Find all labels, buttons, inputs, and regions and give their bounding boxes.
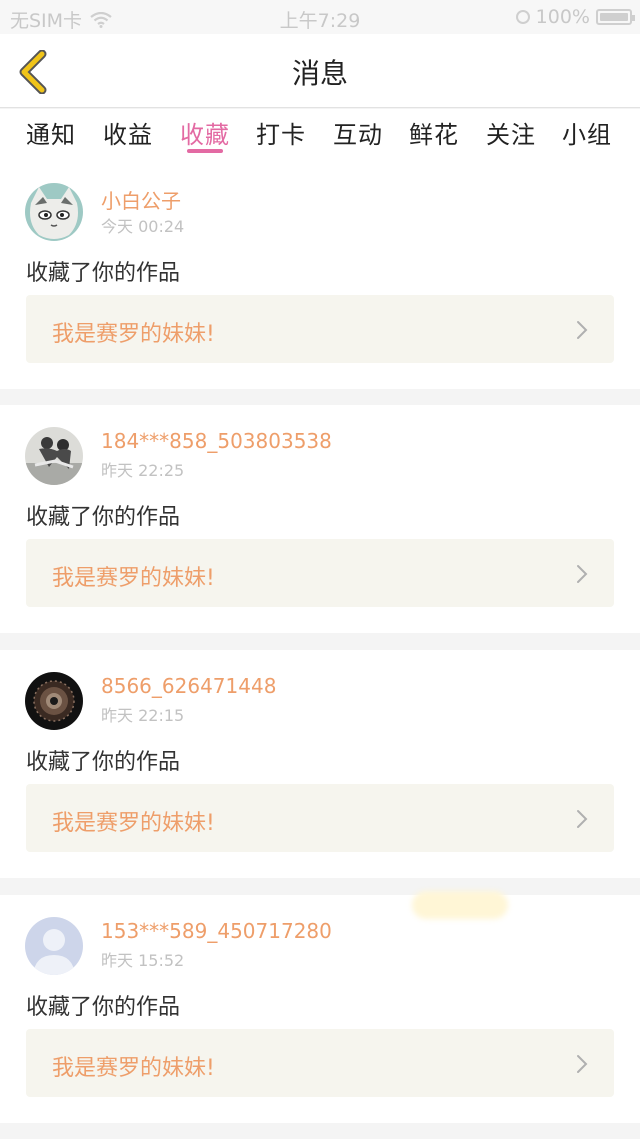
username[interactable]: 153***589_450717280 [101,919,332,943]
rotation-lock-icon [515,10,530,24]
message-card: 8566_626471448 昨天 22:15 收藏了你的作品 我是赛罗的妹妹! [0,650,640,878]
status-bar: 无SIM卡 上午7:29 100% [0,0,640,34]
battery-icon [596,9,635,25]
action-text: 收藏了你的作品 [26,750,181,775]
username[interactable]: 小白公子 [101,185,181,214]
work-link[interactable]: 我是赛罗的妹妹! [26,295,614,363]
battery-percent: 100% [535,6,590,28]
work-title: 我是赛罗的妹妹! [52,322,215,347]
tab-earnings[interactable]: 收益 [103,115,153,150]
tab-checkin[interactable]: 打卡 [256,115,306,150]
work-title: 我是赛罗的妹妹! [52,1056,215,1081]
nav-bar: 消息 [0,34,640,108]
avatar[interactable] [25,183,83,241]
username[interactable]: 8566_626471448 [101,674,276,698]
work-link[interactable]: 我是赛罗的妹妹! [26,784,614,852]
avatar[interactable] [25,917,83,975]
message-card: 小白公子 今天 00:24 收藏了你的作品 我是赛罗的妹妹! [0,161,640,389]
username[interactable]: 184***858_503803538 [101,429,332,453]
work-link[interactable]: 我是赛罗的妹妹! [26,1029,614,1097]
avatar[interactable] [25,427,83,485]
action-text: 收藏了你的作品 [26,995,181,1020]
message-card: 153***589_450717280 昨天 15:52 收藏了你的作品 我是赛… [0,895,640,1123]
tab-follow[interactable]: 关注 [486,115,536,150]
timestamp: 昨天 22:15 [101,706,185,725]
active-tab-indicator [187,149,223,153]
timestamp: 昨天 22:25 [101,461,185,480]
work-title: 我是赛罗的妹妹! [52,566,215,591]
tab-bar: 通知 收益 收藏 打卡 互动 鲜花 关注 小组 [0,109,640,161]
decorative-blur [412,891,508,919]
work-link[interactable]: 我是赛罗的妹妹! [26,539,614,607]
tab-flowers[interactable]: 鲜花 [409,115,459,150]
chevron-right-icon [577,810,588,828]
timestamp: 今天 00:24 [101,217,185,236]
action-text: 收藏了你的作品 [26,261,181,286]
tab-interaction[interactable]: 互动 [333,115,383,150]
tab-favorites[interactable]: 收藏 [180,115,230,150]
work-title: 我是赛罗的妹妹! [52,811,215,836]
avatar[interactable] [25,672,83,730]
chevron-right-icon [577,321,588,339]
page-title: 消息 [291,57,348,90]
tab-notifications[interactable]: 通知 [26,115,76,150]
chevron-right-icon [577,1055,588,1073]
action-text: 收藏了你的作品 [26,505,181,530]
timestamp: 昨天 15:52 [101,951,185,970]
chevron-right-icon [577,565,588,583]
tab-groups[interactable]: 小组 [562,115,612,150]
default-avatar-icon [25,917,83,975]
message-card: 184***858_503803538 昨天 22:25 收藏了你的作品 我是赛… [0,405,640,633]
